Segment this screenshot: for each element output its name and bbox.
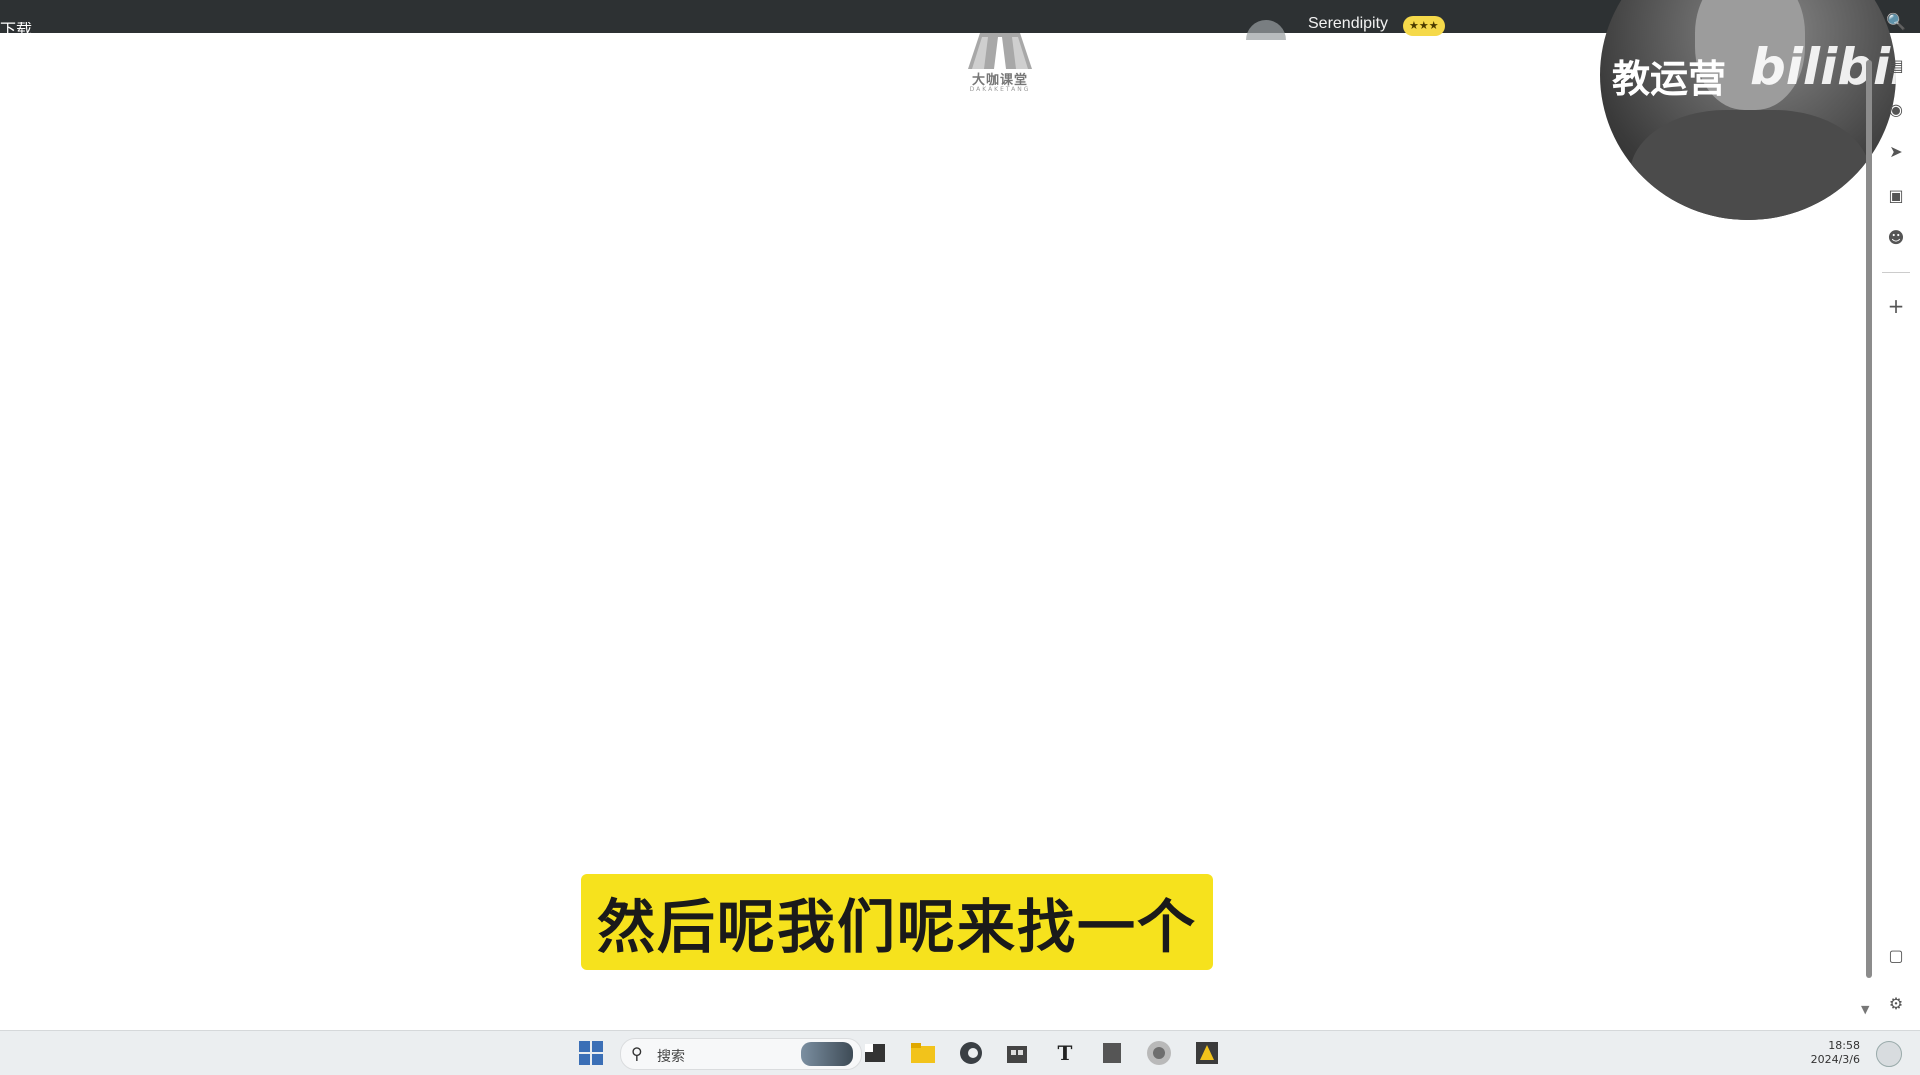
plus-icon[interactable]: + xyxy=(1886,296,1906,316)
vip-badge: ★★★ xyxy=(1403,16,1445,36)
logo-subtext: DAKAKETANG xyxy=(969,86,1031,93)
puzzle-icon[interactable]: ◉ xyxy=(1886,100,1906,120)
screenshot-icon[interactable]: ▢ xyxy=(1886,946,1906,966)
notes-icon[interactable] xyxy=(1097,1038,1127,1068)
clock-time: 18:58 xyxy=(1828,1039,1860,1052)
edge-icon[interactable] xyxy=(956,1038,986,1068)
webcam-shirt xyxy=(1630,110,1870,220)
task-view-icon[interactable] xyxy=(860,1038,890,1068)
clock[interactable]: 18:58 2024/3/6 xyxy=(1780,1039,1860,1067)
user-avatar[interactable] xyxy=(1246,20,1286,40)
notification-icon[interactable] xyxy=(1876,1041,1902,1067)
download-label[interactable]: 下载 xyxy=(0,22,32,33)
store-icon[interactable] xyxy=(1002,1038,1032,1068)
start-button[interactable] xyxy=(576,1038,606,1068)
search-highlight-icon xyxy=(801,1042,853,1066)
search-icon: ⚲ xyxy=(631,1044,643,1063)
gear-icon[interactable]: ⚙ xyxy=(1886,994,1906,1014)
brand-logo: 大咖课堂 DAKAKETANG xyxy=(958,33,1042,93)
robot-icon[interactable]: ☻ xyxy=(1886,228,1906,248)
game-icon[interactable]: ▣ xyxy=(1886,186,1906,206)
app-icon[interactable] xyxy=(1144,1038,1174,1068)
file-explorer-icon[interactable] xyxy=(908,1038,938,1068)
sidebar-divider xyxy=(1882,272,1910,273)
clock-date: 2024/3/6 xyxy=(1810,1053,1860,1066)
windows-logo-icon xyxy=(579,1041,603,1065)
subtitle-caption: 然后呢我们呢来找一个 xyxy=(581,874,1213,970)
briefcase-icon[interactable]: ▤ xyxy=(1886,56,1906,76)
taskbar-search[interactable]: ⚲ 搜索 xyxy=(620,1038,862,1070)
paper-plane-icon[interactable]: ➤ xyxy=(1886,142,1906,162)
app2-icon[interactable] xyxy=(1192,1038,1222,1068)
webcam-overlay: 教运营 bilibili xyxy=(1600,0,1896,220)
username[interactable]: Serendipity xyxy=(1308,15,1388,33)
search-placeholder: 搜索 xyxy=(657,1049,685,1065)
text-icon[interactable]: T xyxy=(1050,1038,1080,1068)
right-sidebar: 🔍 ▤ ◉ ➤ ▣ ☻ + ▢ ⚙ xyxy=(1870,0,1920,1030)
search-icon[interactable]: 🔍 xyxy=(1886,12,1906,32)
taskbar: ⚲ 搜索 T 18:58 2024/3/6 xyxy=(0,1030,1920,1075)
subtitle-text: 然后呢我们呢来找一个 xyxy=(596,893,1197,961)
webcam-caption: 教运营 xyxy=(1612,57,1727,101)
scroll-down-arrow-icon[interactable]: ▼ xyxy=(1861,1003,1869,1016)
logo-mark-icon xyxy=(968,33,1032,69)
